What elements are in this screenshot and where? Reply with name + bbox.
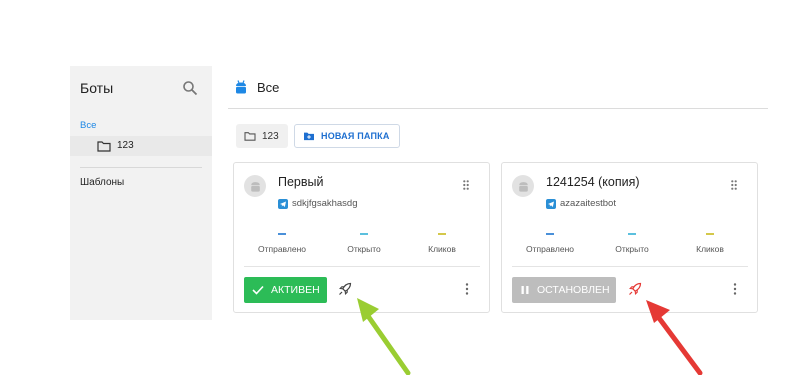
red-arrow — [646, 300, 703, 375]
green-arrow — [357, 298, 411, 375]
annotation-arrows — [357, 298, 703, 375]
